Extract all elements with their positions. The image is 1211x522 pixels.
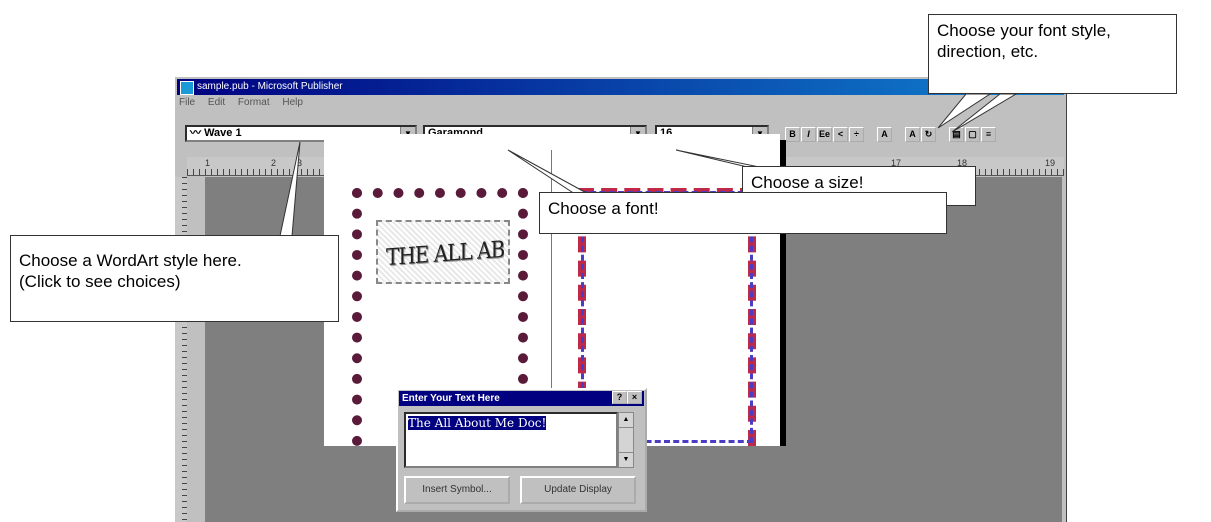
wave-shape-icon: 〰 (190, 127, 201, 139)
wordart-frame[interactable]: THE ALL ABOUT ME DOC! (376, 220, 510, 284)
even-height-button[interactable]: Ee (817, 127, 832, 142)
rotate-button[interactable]: ↻ (921, 127, 936, 142)
dialog-title-text: Enter Your Text Here (402, 393, 500, 404)
bold-button[interactable]: B (785, 127, 800, 142)
update-display-button[interactable]: Update Display (520, 476, 636, 504)
dialog-title: Enter Your Text Here (399, 391, 644, 406)
wordart-preview: THE ALL ABOUT ME DOC! (386, 229, 504, 271)
menu-bar: File Edit Format Help (179, 97, 313, 111)
stretch-button[interactable]: ÷ (849, 127, 864, 142)
ruler-number: 2 (271, 158, 277, 168)
shading-button[interactable]: ▤ (949, 127, 964, 142)
callout-font-style: Choose your font style, direction, etc. (928, 14, 1177, 94)
shape-select-value: Wave 1 (204, 127, 242, 139)
spacing-button[interactable]: A (905, 127, 920, 142)
vertical-ruler (175, 177, 187, 522)
callout-wordart-style: Choose a WordArt style here. (Click to s… (10, 235, 339, 322)
insert-symbol-button[interactable]: Insert Symbol... (404, 476, 510, 504)
alignment-button[interactable]: A (877, 127, 892, 142)
menu-format[interactable]: Format (238, 97, 270, 108)
wordart-text-input[interactable]: The All About Me Doc! (404, 412, 618, 468)
ruler-number: 19 (1045, 158, 1056, 168)
ruler-number: 3 (297, 158, 303, 168)
help-button[interactable]: ? (612, 391, 627, 404)
border-button[interactable]: ≡ (981, 127, 996, 142)
scroll-down-icon[interactable]: ▼ (619, 453, 633, 468)
shadow-button[interactable]: ▢ (965, 127, 980, 142)
italic-button[interactable]: I (801, 127, 816, 142)
menu-help[interactable]: Help (282, 97, 303, 108)
menu-edit[interactable]: Edit (208, 97, 225, 108)
publisher-app-icon (180, 81, 194, 95)
enter-text-dialog: Enter Your Text Here ? × The All About M… (396, 388, 647, 512)
scrollbar[interactable]: ▲ ▼ (618, 412, 634, 468)
scroll-track[interactable] (619, 428, 633, 453)
menu-file[interactable]: File (179, 97, 195, 108)
window-title: sample.pub - Microsoft Publisher (197, 81, 343, 92)
scroll-up-icon[interactable]: ▲ (619, 413, 633, 428)
close-button[interactable]: × (627, 391, 642, 404)
flip-button[interactable]: < (833, 127, 848, 142)
selected-text: The All About Me Doc! (408, 416, 547, 430)
callout-font: Choose a font! (539, 192, 947, 234)
ruler-number: 1 (205, 158, 211, 168)
